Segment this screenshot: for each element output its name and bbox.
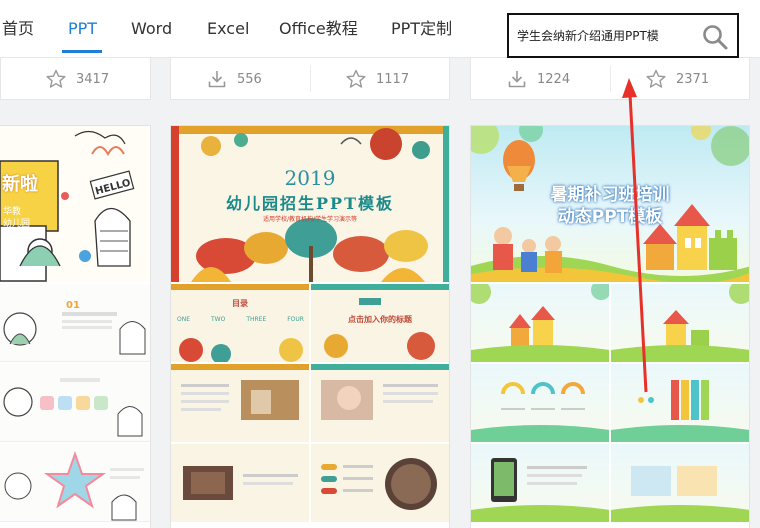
card3-slide-6-art <box>611 466 749 522</box>
card3-slide-1 <box>471 284 609 362</box>
card1-slide-3 <box>0 444 150 522</box>
card3-slide-5-art <box>471 458 609 522</box>
card3-slide-2-art <box>611 284 749 362</box>
card2-toc-items: ONE TWO THREE FOUR <box>177 316 304 323</box>
card2-star-stat[interactable]: 1117 <box>346 58 409 100</box>
card1-stats: 3417 <box>0 58 151 100</box>
card3-cover: 暑期补习班培训 动态PPT模板 <box>471 126 749 282</box>
card3-stats: 1224 2371 <box>470 58 750 100</box>
card2-stats: 556 1117 <box>170 58 450 100</box>
card3-star-stat[interactable]: 2371 <box>646 58 709 100</box>
card2-slide-3-art <box>171 364 309 420</box>
download-icon <box>508 71 526 88</box>
search-icon[interactable] <box>701 23 729 51</box>
card1-slide-2 <box>0 364 150 442</box>
card1-slide-3-art <box>4 450 144 521</box>
card2-slide-3 <box>171 364 309 442</box>
card2-slide-5 <box>171 444 309 522</box>
card3-slide-4-art <box>611 380 749 442</box>
card2-slide-4-art <box>311 364 449 420</box>
nav-home[interactable]: 首页 <box>2 18 34 40</box>
card2-slide-toc: 目录 ONE TWO THREE FOUR <box>171 284 309 362</box>
download-count: 1224 <box>537 71 571 87</box>
nav-word[interactable]: Word <box>131 18 172 40</box>
star-count: 3417 <box>76 71 110 87</box>
card1-slide-grid: 01 <box>0 284 150 522</box>
nav-ppt[interactable]: PPT <box>68 18 97 40</box>
template-card-1[interactable]: 新啦 HELLO 华教 幼儿园 长教育 01 <box>0 125 151 528</box>
card2-slide-heading: 点击加入你的标题 <box>348 315 412 324</box>
card2-toc-title: 目录 <box>232 299 248 308</box>
card3-slide-3 <box>471 364 609 442</box>
star-count: 1117 <box>376 71 410 87</box>
card2-slide-4 <box>311 364 449 442</box>
card1-cover-headline: 新啦 <box>2 174 38 195</box>
card1-cover-illustration <box>0 130 135 282</box>
card3-download-stat[interactable]: 1224 <box>507 58 570 100</box>
stat-divider <box>610 66 611 92</box>
card2-slide-6 <box>311 444 449 522</box>
template-card-2[interactable]: 2019 幼儿园招生PPT模板 适用学校/教育机构/学生学习演示等 目录 ONE… <box>170 125 450 528</box>
card2-slide-title: 点击加入你的标题 <box>311 284 449 362</box>
star-icon <box>646 69 666 88</box>
nav-excel[interactable]: Excel <box>207 18 249 40</box>
nav-office-tutorial[interactable]: Office教程 <box>279 18 358 40</box>
card2-slide-grid: 目录 ONE TWO THREE FOUR 点击加入你的标题 <box>171 284 449 522</box>
star-icon <box>346 69 366 88</box>
top-nav: 首页 PPT Word Excel Office教程 PPT定制 <box>0 0 760 58</box>
card1-cover: 新啦 HELLO 华教 幼儿园 长教育 <box>0 126 150 282</box>
card3-slide-6 <box>611 444 749 522</box>
card1-slide-2-art <box>3 378 143 437</box>
card1-slide-1-art <box>3 312 146 355</box>
download-icon <box>208 71 226 88</box>
card2-download-stat[interactable]: 556 <box>207 58 262 100</box>
nav-ppt-custom[interactable]: PPT定制 <box>391 18 452 40</box>
card2-slide-5-art <box>183 466 298 500</box>
card1-slide-1: 01 <box>0 284 150 362</box>
card3-slide-2 <box>611 284 749 362</box>
card2-slide-toc-art <box>171 284 309 362</box>
template-card-3[interactable]: 暑期补习班培训 动态PPT模板 <box>470 125 750 528</box>
search-box <box>507 13 739 58</box>
card1-slide-number: 01 <box>66 300 80 311</box>
stat-divider <box>310 66 311 92</box>
download-count: 556 <box>237 71 262 87</box>
star-icon <box>46 69 66 88</box>
card2-cover-year: 2019 <box>284 166 336 190</box>
card1-star-stat[interactable]: 3417 <box>46 58 109 100</box>
card3-slide-3-art <box>471 382 609 442</box>
star-count: 2371 <box>676 71 710 87</box>
card3-slide-4 <box>611 364 749 442</box>
card2-cover-subtitle: 适用学校/教育机构/学生学习演示等 <box>262 216 358 223</box>
card3-slide-5 <box>471 444 609 522</box>
card2-slide-6-art <box>321 458 437 510</box>
card3-slide-grid <box>471 284 749 522</box>
nav-active-indicator <box>62 50 102 53</box>
card2-cover-title: 幼儿园招生PPT模板 <box>226 194 394 213</box>
card2-cover: 2019 幼儿园招生PPT模板 适用学校/教育机构/学生学习演示等 <box>171 126 449 282</box>
card3-slide-1-art <box>471 284 609 362</box>
card1-cover-lines: 华教 幼儿园 长教育 <box>3 207 31 241</box>
card3-cover-title: 暑期补习班培训 动态PPT模板 <box>550 185 670 227</box>
search-input[interactable] <box>517 23 697 48</box>
